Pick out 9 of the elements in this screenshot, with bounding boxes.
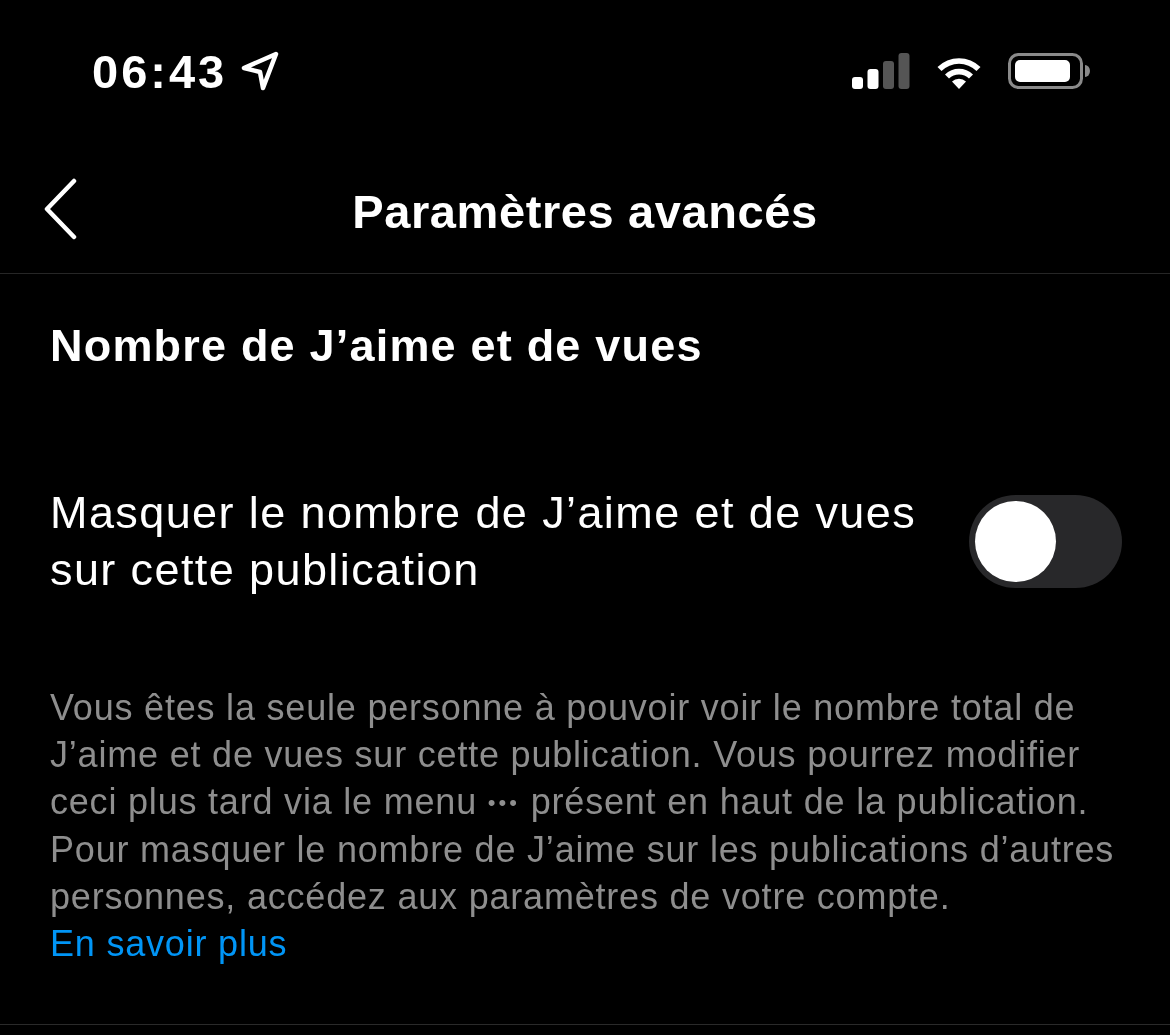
location-arrow-icon	[241, 51, 280, 91]
battery-icon	[1008, 53, 1090, 89]
chevron-left-icon	[42, 178, 78, 240]
page-title: Paramètres avancés	[352, 188, 818, 235]
setting-label: Masquer le nombre de J’aime et de vues sur cette publication	[50, 486, 918, 597]
status-time: 06:43	[92, 47, 228, 95]
signal-icon	[852, 53, 910, 89]
learn-more-link[interactable]: En savoir plus	[50, 923, 288, 964]
section-title: Nombre de J’aime et de vues	[50, 320, 703, 372]
